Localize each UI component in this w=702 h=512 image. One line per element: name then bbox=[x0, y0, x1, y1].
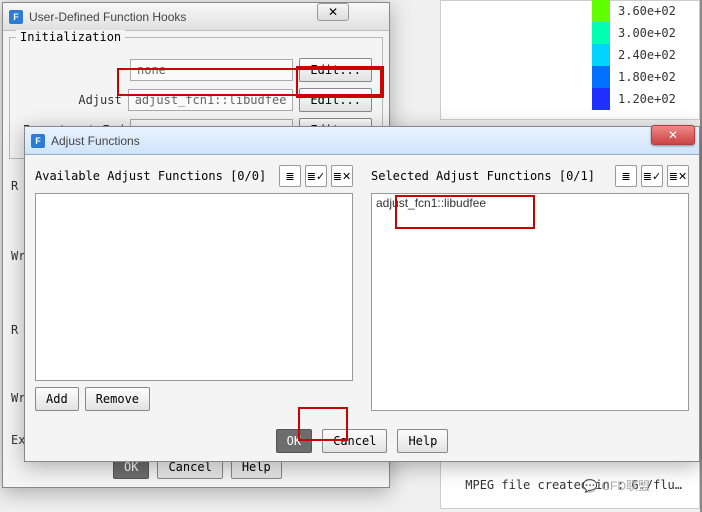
close-icon: ✕ bbox=[668, 128, 678, 142]
app-icon bbox=[31, 134, 45, 148]
side-label-r1: R bbox=[11, 179, 18, 193]
remove-button[interactable]: Remove bbox=[85, 387, 150, 411]
add-button[interactable]: Add bbox=[35, 387, 79, 411]
available-listbox[interactable] bbox=[35, 193, 353, 381]
close-button[interactable]: ✕ bbox=[317, 3, 349, 21]
edit-adjust-button[interactable]: Edit... bbox=[299, 88, 372, 112]
list-icon[interactable]: ≣ bbox=[279, 165, 301, 187]
list-item[interactable]: adjust_fcn1::libudfee bbox=[376, 196, 684, 210]
row-label-adjust: Adjust bbox=[20, 93, 122, 107]
available-title: Available Adjust Functions [0/0] bbox=[35, 169, 275, 183]
colorbar: 3.60e+02 3.00e+02 2.40e+02 1.80e+02 1.20… bbox=[592, 0, 682, 110]
adjust-value[interactable]: adjust_fcn1::libudfee bbox=[128, 89, 294, 111]
selected-title: Selected Adjust Functions [0/1] bbox=[371, 169, 611, 183]
select-all-icon[interactable]: ≣✓ bbox=[305, 165, 327, 187]
close-button[interactable]: ✕ bbox=[651, 125, 695, 145]
deselect-all-icon[interactable]: ≣✕ bbox=[667, 165, 689, 187]
selected-listbox[interactable]: adjust_fcn1::libudfee bbox=[371, 193, 689, 411]
watermark: 💬 CFD联盟 bbox=[583, 477, 650, 494]
close-icon: ✕ bbox=[328, 5, 338, 19]
wechat-icon: 💬 bbox=[583, 479, 597, 493]
adjust-functions-dialog: Adjust Functions ✕ Available Adjust Func… bbox=[24, 126, 700, 462]
cancel-button[interactable]: Cancel bbox=[322, 429, 387, 453]
init-value[interactable]: none bbox=[130, 59, 293, 81]
deselect-all-icon[interactable]: ≣✕ bbox=[331, 165, 353, 187]
help-button[interactable]: Help bbox=[397, 429, 448, 453]
edit-init-button[interactable]: Edit... bbox=[299, 58, 372, 82]
select-all-icon[interactable]: ≣✓ bbox=[641, 165, 663, 187]
group-title: Initialization bbox=[16, 30, 125, 44]
app-icon bbox=[9, 10, 23, 24]
dialog-title: Adjust Functions bbox=[51, 134, 140, 148]
list-icon[interactable]: ≣ bbox=[615, 165, 637, 187]
window-title: User-Defined Function Hooks bbox=[29, 10, 186, 24]
ok-button[interactable]: OK bbox=[276, 429, 312, 453]
side-label-r2: R bbox=[11, 323, 18, 337]
